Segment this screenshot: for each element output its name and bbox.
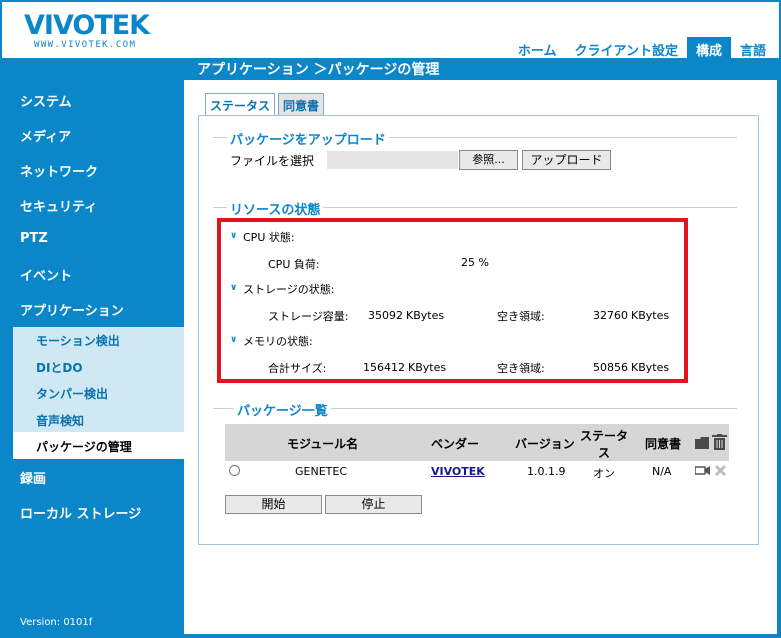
tab-status[interactable]: ステータス [205, 93, 276, 115]
file-path-field[interactable] [327, 151, 458, 169]
start-button[interactable]: 開始 [225, 495, 322, 514]
storage-status-heading: ストレージの状態: [243, 283, 335, 296]
header-status-line2: ス [598, 446, 611, 460]
package-agreement: N/A [652, 465, 672, 478]
chevron-down-icon[interactable]: ∨ [230, 335, 237, 345]
camera-icon[interactable] [695, 465, 711, 476]
browse-button[interactable]: 参照... [459, 150, 518, 170]
sidebar-item-media[interactable]: メディア [20, 126, 71, 145]
package-module-name: GENETEC [295, 465, 348, 478]
header-module: モジュール名 [287, 437, 359, 451]
header-status-line1: ステータ [580, 429, 629, 443]
top-nav: ホーム クライアント設定 構成 言語 [509, 37, 775, 60]
storage-free-value: 32760 [593, 309, 628, 322]
sidebar-item-recording[interactable]: 録画 [20, 468, 46, 487]
logo-url: WWW.VIVOTEK.COM [34, 40, 137, 50]
stop-button[interactable]: 停止 [325, 495, 422, 514]
sidebar-subitem-audio-detection[interactable]: 音声検知 [36, 412, 84, 429]
memory-total-label: 合計サイズ: [268, 362, 327, 375]
sidebar-item-security[interactable]: セキュリティ [20, 196, 97, 215]
sidebar-item-network[interactable]: ネットワーク [20, 161, 98, 180]
breadcrumb: アプリケーション ＞パッケージの管理 [197, 62, 440, 78]
cpu-status-heading: CPU 状態: [243, 231, 295, 244]
sidebar-item-ptz[interactable]: PTZ [20, 231, 48, 246]
sidebar-item-system[interactable]: システム [20, 91, 72, 110]
header-vendor: ベンダー [431, 437, 480, 451]
storage-free-label: 空き領域: [497, 310, 545, 323]
chevron-down-icon[interactable]: ∨ [230, 231, 237, 241]
section-title-packages: パッケージ一覧 [234, 400, 331, 419]
chevron-down-icon[interactable]: ∨ [230, 283, 237, 293]
logo-wordmark: VIVOTEK [24, 10, 150, 41]
file-select-label: ファイルを選択 [230, 154, 315, 168]
section-title-resources: リソースの状態 [227, 199, 324, 218]
storage-capacity-label: ストレージ容量: [268, 310, 349, 323]
nav-configuration[interactable]: 構成 [686, 37, 731, 60]
section-title-upload: パッケージをアップロード [227, 129, 389, 148]
storage-capacity-unit: KBytes [406, 309, 445, 322]
package-status: オン [593, 467, 615, 480]
nav-language[interactable]: 言語 [731, 37, 775, 60]
version-label: Version: 0101f [20, 617, 93, 628]
header-agreement: 同意書 [645, 437, 682, 451]
storage-capacity-value: 35092 [368, 309, 403, 322]
memory-total-unit: KBytes [408, 361, 447, 374]
sidebar-item-event[interactable]: イベント [20, 265, 72, 284]
sidebar-subitem-tamper-detection[interactable]: タンパー検出 [36, 385, 108, 402]
memory-free-unit: KBytes [631, 361, 670, 374]
memory-free-value: 50856 [593, 361, 628, 374]
header: VIVOTEK WWW.VIVOTEK.COM ホーム クライアント設定 構成 … [0, 0, 781, 60]
nav-home[interactable]: ホーム [509, 37, 566, 60]
nav-client-settings[interactable]: クライアント設定 [565, 37, 686, 60]
close-icon[interactable] [714, 464, 727, 477]
memory-status-heading: メモリの状態: [243, 335, 313, 348]
folder-icon[interactable] [694, 436, 710, 450]
sidebar-subitem-package-management[interactable]: パッケージの管理 [36, 438, 132, 455]
memory-free-label: 空き領域: [497, 362, 545, 375]
package-vendor-link[interactable]: VIVOTEK [431, 465, 485, 478]
sidebar-subitem-motion-detection[interactable]: モーション検出 [36, 332, 120, 349]
cpu-load-value: 25 % [461, 256, 489, 269]
package-select-radio[interactable] [229, 465, 240, 476]
memory-total-value: 156412 [363, 361, 405, 374]
storage-free-unit: KBytes [631, 309, 670, 322]
sidebar-item-local-storage[interactable]: ローカル ストレージ [20, 503, 141, 522]
header-version: バージョン [515, 437, 575, 451]
package-version: 1.0.1.9 [527, 465, 566, 478]
upload-button[interactable]: アップロード [522, 150, 611, 170]
cpu-load-label: CPU 負荷: [268, 258, 320, 271]
tab-agreement[interactable]: 同意書 [278, 93, 325, 115]
sidebar-subitem-di-do[interactable]: DIとDO [36, 359, 83, 376]
trash-icon[interactable] [712, 434, 727, 451]
vivotek-logo[interactable]: VIVOTEK WWW.VIVOTEK.COM [24, 10, 150, 51]
sidebar-item-application[interactable]: アプリケーション [20, 300, 124, 319]
